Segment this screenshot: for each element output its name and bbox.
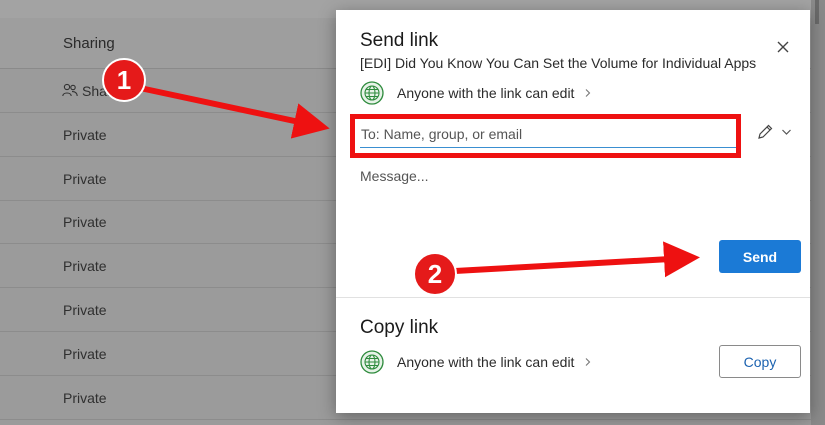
sharing-status: Private [63,214,107,230]
copy-link-permission-setting[interactable]: Anyone with the link can edit [360,349,592,375]
pencil-icon[interactable] [756,123,774,141]
section-divider [336,297,810,298]
scrollbar[interactable] [811,0,825,425]
people-icon [62,83,78,97]
chevron-right-icon [586,358,591,366]
sharing-status: Private [63,302,107,318]
chevron-down-icon[interactable] [781,128,792,136]
permission-label: Anyone with the link can edit [397,354,575,370]
copy-button[interactable]: Copy [719,345,801,378]
sharing-status: Private [63,390,107,406]
recipient-input[interactable] [360,120,740,148]
sharing-status: Private [63,346,107,362]
sharing-status: Private [63,127,107,143]
file-name: [EDI] Did You Know You Can Set the Volum… [360,55,757,71]
copy-link-title: Copy link [360,317,439,338]
sharing-status: Private [63,171,107,187]
sharing-status: Private [63,258,107,274]
close-icon[interactable] [772,36,794,58]
globe-icon [360,350,384,374]
sharing-status: Shared [82,83,128,99]
link-permission-setting[interactable]: Anyone with the link can edit [360,80,592,106]
send-button[interactable]: Send [719,240,801,273]
send-link-dialog: Send link [EDI] Did You Know You Can Set… [336,10,810,413]
scrollbar-thumb[interactable] [815,0,819,24]
send-link-title: Send link [360,30,439,51]
message-field[interactable] [360,168,780,228]
permission-label: Anyone with the link can edit [397,85,575,101]
sharing-column-header[interactable]: Sharing [63,35,115,52]
globe-icon [360,81,384,105]
chevron-right-icon [586,89,591,97]
